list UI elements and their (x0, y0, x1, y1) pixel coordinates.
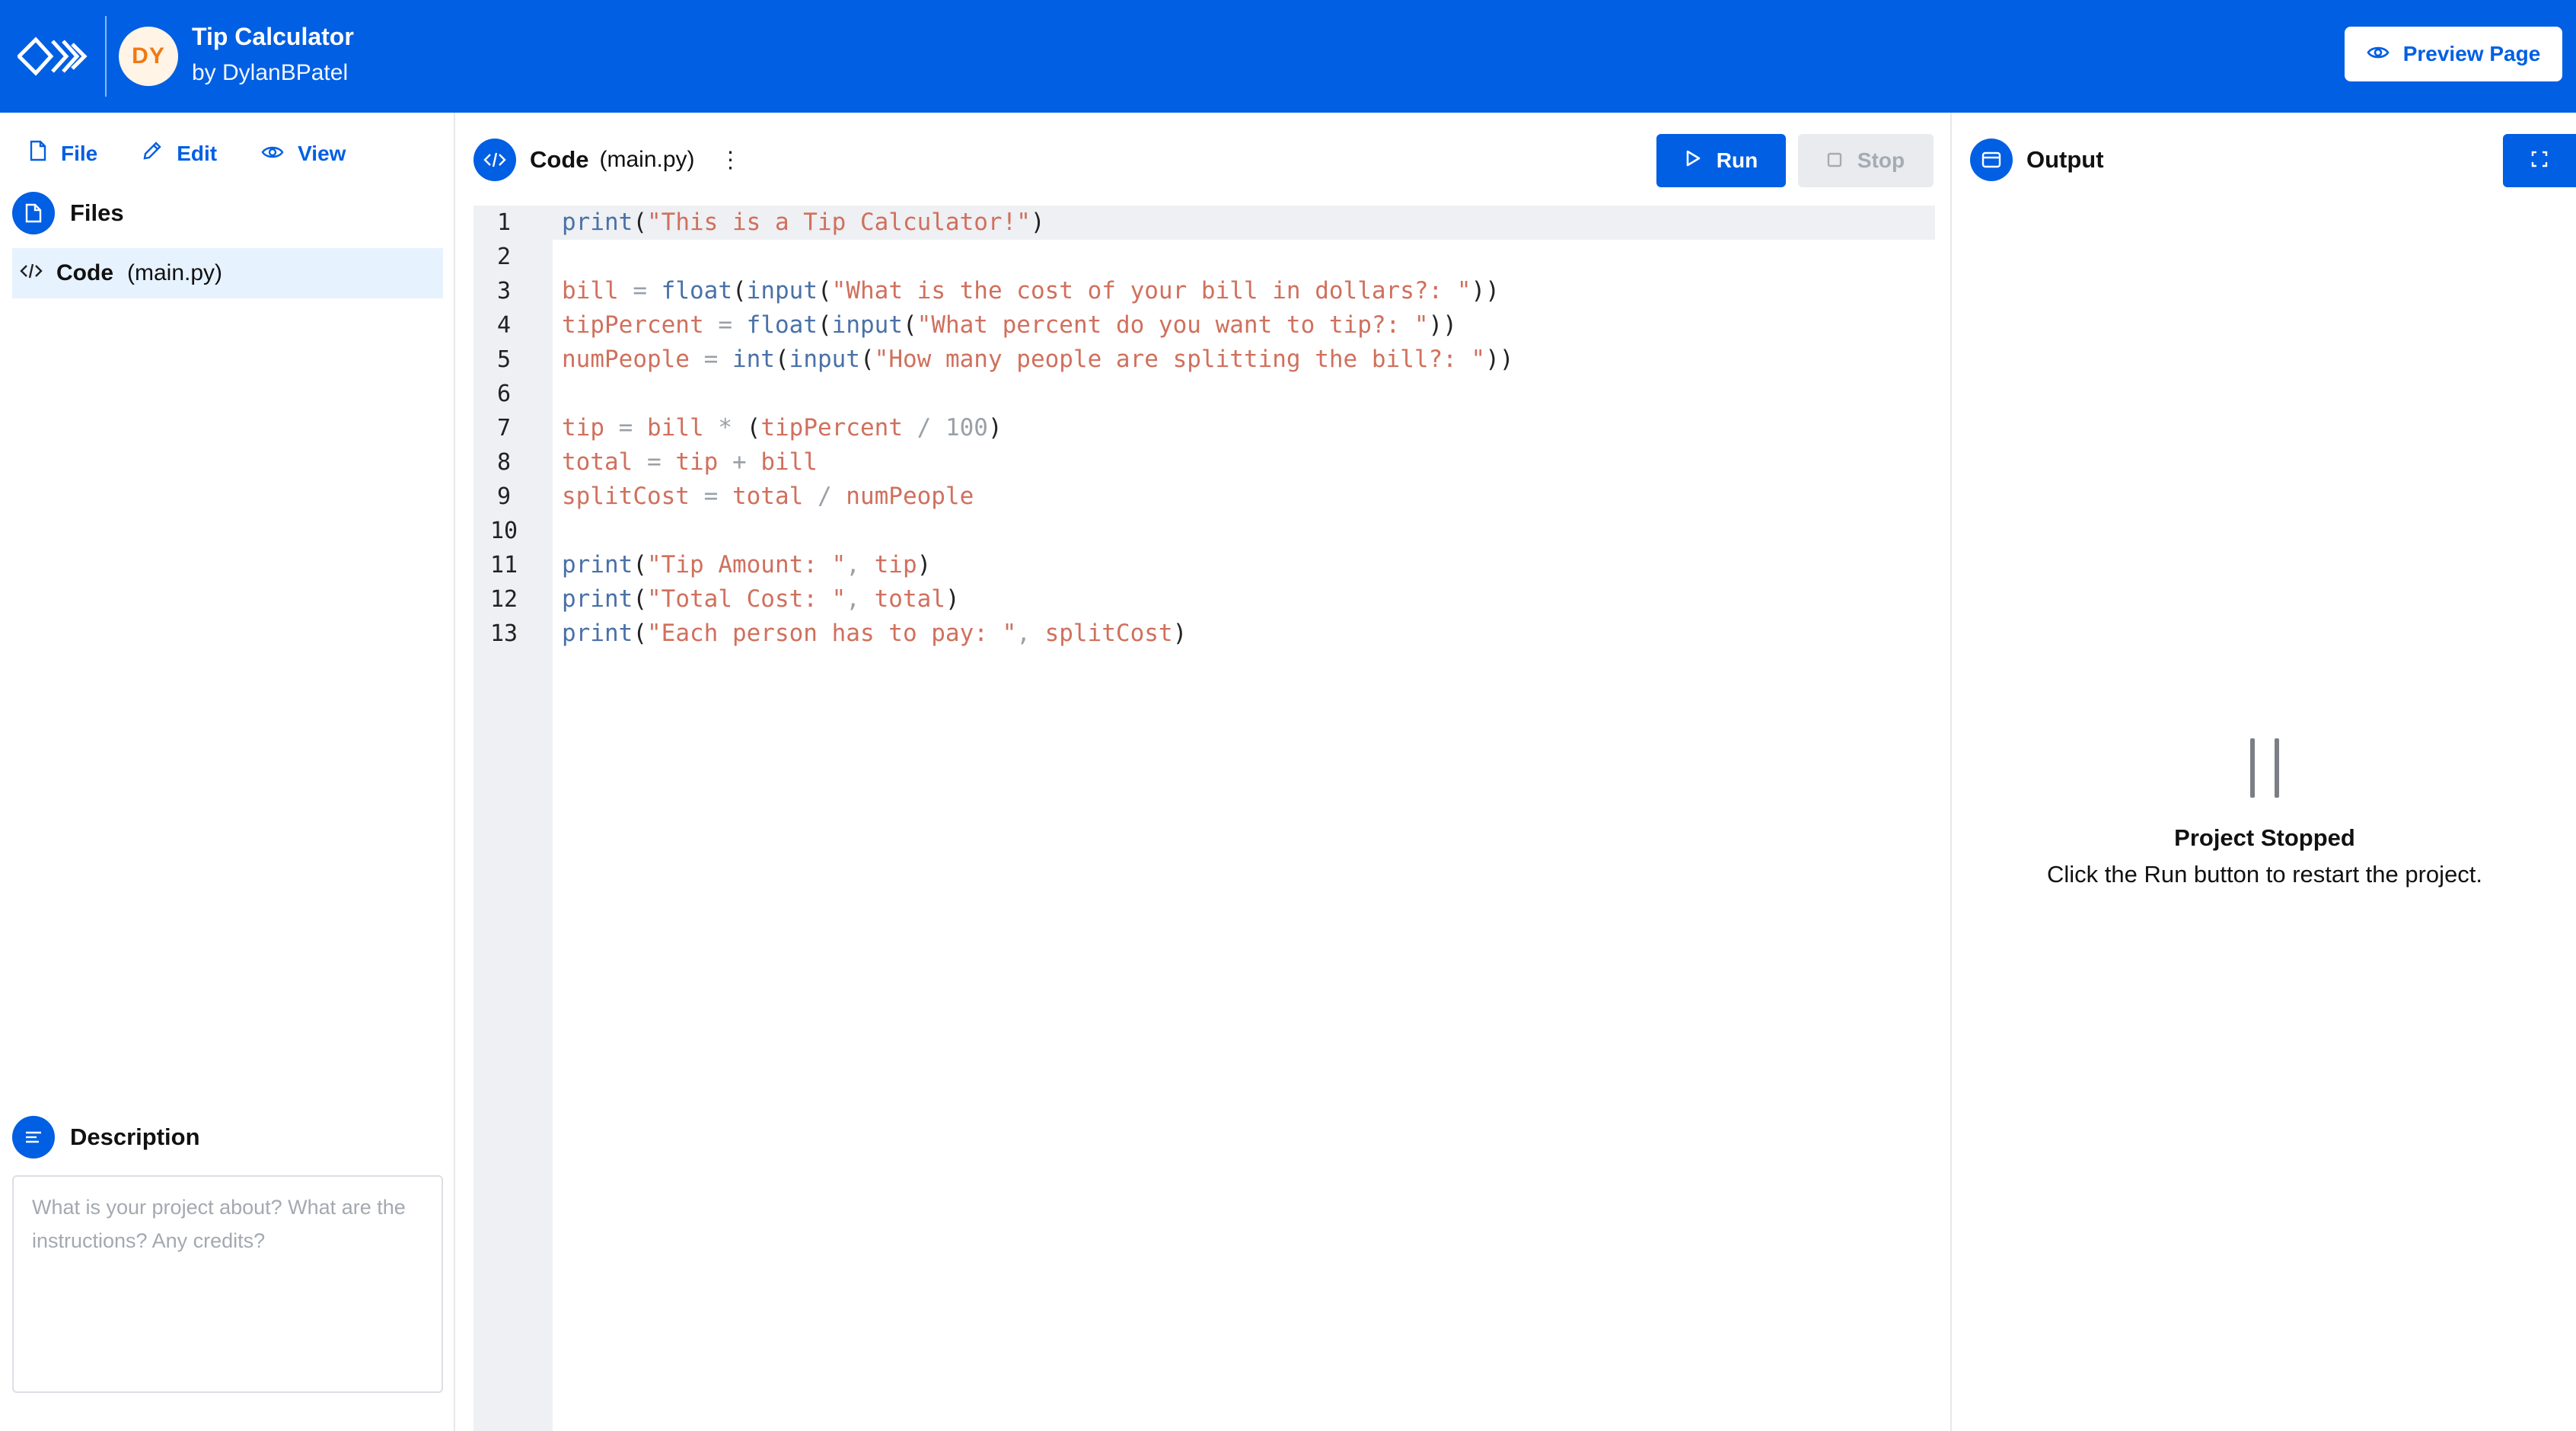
code-icon (473, 139, 516, 181)
app-window: DY Tip Calculator by DylanBPatel Preview… (0, 0, 2576, 1431)
line-number: 4 (496, 312, 512, 339)
fullscreen-button[interactable] (2503, 134, 2576, 187)
code-line[interactable]: print("Total Cost: ", total) (562, 582, 960, 617)
code-line[interactable]: tip = bill * (tipPercent / 100) (562, 411, 1003, 445)
code-line[interactable]: bill = float(input("What is the cost of … (562, 274, 1500, 308)
line-number: 2 (496, 244, 512, 270)
code-icon (20, 260, 43, 286)
project-author[interactable]: by DylanBPatel (192, 53, 354, 93)
expand-icon (2530, 150, 2549, 172)
menu-bar: File Edit View (29, 140, 346, 167)
description-section-header: Description (12, 1116, 200, 1159)
line-number: 5 (496, 346, 512, 373)
stop-button[interactable]: Stop (1798, 134, 1934, 187)
code-line[interactable]: numPeople = int(input("How many people a… (562, 343, 1514, 377)
line-number: 9 (496, 483, 512, 510)
line-number: 11 (489, 552, 518, 578)
code-line[interactable]: tipPercent = float(input("What percent d… (562, 308, 1457, 343)
preview-page-button[interactable]: Preview Page (2345, 27, 2562, 81)
text-lines-icon (12, 1116, 55, 1159)
play-icon (1685, 148, 1701, 173)
edit-menu-label: Edit (177, 141, 218, 165)
line-number: 13 (489, 620, 518, 647)
code-line[interactable]: print("Each person has to pay: ", splitC… (562, 617, 1187, 651)
code-panel-title: Code (530, 146, 589, 173)
file-item-main-py[interactable]: Code (main.py) (12, 248, 443, 298)
file-item-filename: (main.py) (127, 260, 223, 285)
document-icon (12, 192, 55, 234)
project-stopped-message: Project Stopped Click the Run button to … (1953, 738, 2576, 894)
output-panel-header: Output (1970, 139, 2104, 181)
line-number: 12 (489, 586, 518, 613)
stop-square-icon (1827, 148, 1842, 173)
eye-icon (2367, 42, 2389, 66)
files-section-header: Files (12, 192, 124, 234)
line-number: 10 (489, 518, 518, 544)
line-number: 3 (496, 278, 512, 304)
file-icon (29, 140, 47, 167)
edit-menu[interactable]: Edit (142, 140, 217, 167)
description-title: Description (70, 1123, 200, 1150)
avatar[interactable]: DY (119, 27, 178, 86)
line-number: 8 (496, 449, 512, 476)
preview-page-label: Preview Page (2402, 42, 2541, 65)
project-stopped-text: Click the Run button to restart the proj… (2046, 861, 2483, 888)
code-line[interactable]: print("Tip Amount: ", tip) (562, 548, 931, 582)
code-panel-filename: (main.py) (599, 147, 695, 172)
files-title: Files (70, 199, 124, 226)
code-line[interactable]: total = tip + bill (562, 445, 818, 480)
more-options-icon[interactable]: ⋮ (719, 147, 742, 174)
header-divider (105, 16, 107, 97)
description-input[interactable] (12, 1175, 443, 1393)
left-panel: File Edit View Files Code (main.py) Desc… (0, 113, 455, 1431)
top-header: DY Tip Calculator by DylanBPatel Preview… (0, 0, 2576, 113)
project-title-block: Tip Calculator by DylanBPatel (192, 20, 354, 93)
project-title[interactable]: Tip Calculator (192, 20, 354, 53)
eye-icon (261, 142, 284, 166)
stop-label: Stop (1857, 148, 1905, 172)
browser-window-icon (1970, 139, 2013, 181)
output-panel: Output Project Stopped Click the Run but… (1953, 113, 2576, 1431)
code-line[interactable]: print("This is a Tip Calculator!") (562, 206, 1045, 240)
project-stopped-title: Project Stopped (2174, 824, 2355, 851)
pause-icon (1953, 738, 2576, 798)
run-label: Run (1716, 148, 1758, 172)
file-menu[interactable]: File (29, 140, 97, 167)
view-menu-label: View (298, 141, 346, 165)
run-button[interactable]: Run (1656, 134, 1786, 187)
app-logo-icon[interactable] (0, 0, 105, 113)
code-panel-header: Code (main.py) ⋮ (473, 139, 742, 181)
output-title: Output (2026, 146, 2104, 173)
line-number: 7 (496, 415, 512, 441)
pencil-icon (142, 140, 163, 167)
code-editor[interactable]: 1 2 3 4 5 6 7 8 9 10 11 12 13 print("This is a Tip C… (473, 206, 1935, 1431)
line-number: 6 (496, 381, 512, 407)
code-line[interactable]: splitCost = total / numPeople (562, 480, 974, 514)
line-number: 1 (496, 209, 512, 236)
code-panel: Code (main.py) ⋮ Run Stop 1 2 3 4 5 6 7 8 9 10 11 1… (457, 113, 1952, 1431)
view-menu[interactable]: View (261, 142, 346, 166)
file-item-label: Code (56, 260, 113, 285)
file-menu-label: File (61, 141, 98, 165)
